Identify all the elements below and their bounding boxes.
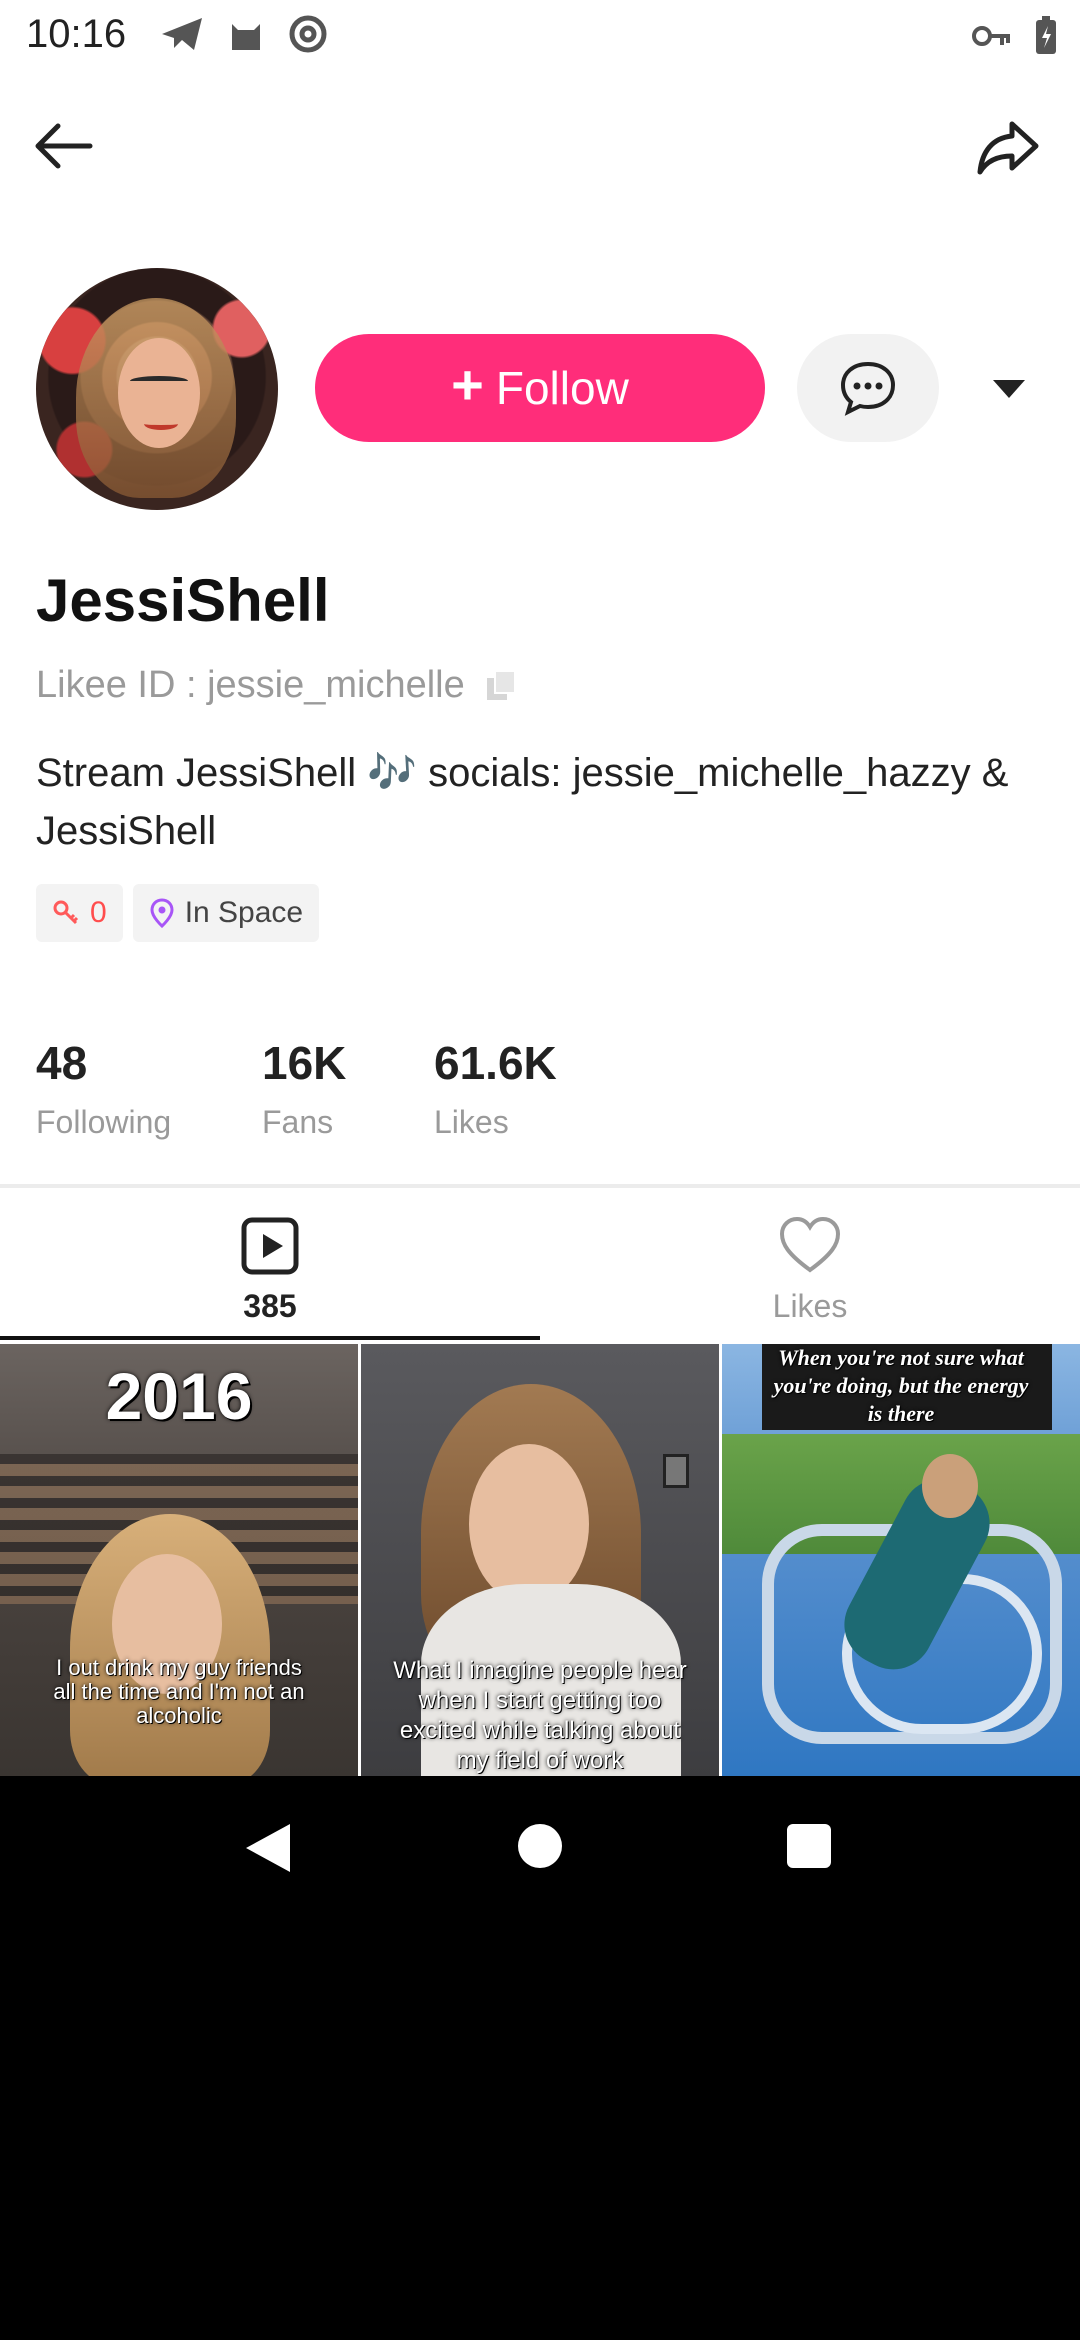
share-arrow-icon — [977, 121, 1039, 175]
video-thumbnail-1[interactable]: 2016 I out drink my guy friends all the … — [0, 1344, 358, 1776]
tab-videos-label: 385 — [243, 1288, 297, 1324]
message-button[interactable] — [797, 334, 939, 442]
nav-back-icon[interactable] — [242, 1820, 294, 1876]
status-icons-right — [972, 16, 1058, 56]
stats-row: 48 Following 16K Fans 61.6K Likes — [36, 1036, 634, 1141]
plus-icon: + — [451, 353, 484, 416]
stat-fans-label: Fans — [262, 1104, 334, 1140]
video-thumbnail-3[interactable]: When you're not sure what you're doing, … — [722, 1344, 1080, 1776]
stat-likes[interactable]: 61.6K Likes — [434, 1036, 634, 1141]
tab-likes[interactable]: Likes — [540, 1196, 1080, 1342]
at-sign-icon — [289, 15, 327, 53]
key-tag-value: 0 — [90, 896, 107, 929]
nav-recents-icon[interactable] — [787, 1824, 831, 1868]
video-caption: I out drink my guy friends all the time … — [53, 1655, 305, 1728]
thumbnail-face — [469, 1444, 589, 1604]
avatar-mouth — [144, 418, 178, 430]
location-tag[interactable]: In Space — [132, 884, 320, 942]
thumbnail-face — [922, 1454, 978, 1518]
battery-charging-icon — [1036, 16, 1056, 54]
heart-outline-icon — [779, 1216, 841, 1273]
key-tag-icon — [53, 900, 79, 925]
status-bar: 10:16 — [0, 0, 1080, 72]
section-divider — [0, 1184, 1080, 1188]
avatar[interactable] — [36, 268, 278, 510]
telegram-send-icon — [162, 18, 202, 50]
follow-button-label: Follow — [495, 362, 629, 414]
avatar-face — [118, 338, 200, 448]
video-overlay-title: 2016 — [105, 1359, 253, 1433]
cat-icon — [232, 24, 260, 50]
nav-home-icon[interactable] — [518, 1824, 562, 1868]
more-dropdown-button[interactable] — [980, 360, 1038, 418]
chat-bubble-icon — [840, 361, 896, 416]
username: JessiShell — [36, 567, 330, 634]
back-button[interactable] — [30, 110, 102, 182]
tab-likes-label: Likes — [772, 1288, 848, 1324]
stat-likes-value: 61.6K — [434, 1037, 557, 1089]
stat-likes-label: Likes — [434, 1104, 509, 1140]
bio: Stream JessiShell 🎶 socials: jessie_mich… — [36, 751, 1009, 853]
profile-screen: 10:16 + Follow JessiShell Likee ID: jes… — [0, 0, 1080, 1776]
thumbnail-wall-frame — [663, 1454, 689, 1488]
key-icon — [972, 26, 1010, 46]
stat-fans-value: 16K — [262, 1037, 347, 1089]
stat-following[interactable]: 48 Following — [36, 1036, 262, 1141]
video-grid: 2016 I out drink my guy friends all the … — [0, 1344, 1080, 1776]
follow-button[interactable]: + Follow — [315, 334, 765, 442]
status-icons-left — [160, 14, 328, 54]
video-thumbnail-2[interactable]: What I imagine people hear when I start … — [361, 1344, 719, 1776]
play-video-icon — [241, 1217, 299, 1275]
likee-id: Likee ID : jessie_michelle — [36, 664, 465, 706]
key-tag[interactable]: 0 — [36, 884, 123, 942]
video-caption: When you're not sure what you're doing, … — [773, 1345, 1029, 1426]
copy-icon[interactable] — [483, 668, 519, 704]
caret-down-icon — [993, 380, 1025, 398]
location-pin-icon — [150, 898, 174, 928]
stat-following-value: 48 — [36, 1037, 88, 1089]
active-tab-indicator — [0, 1336, 540, 1340]
location-tag-value: In Space — [184, 896, 304, 929]
stat-following-label: Following — [36, 1104, 172, 1140]
avatar-eyes — [130, 376, 188, 386]
arrow-left-icon — [35, 123, 93, 169]
status-time: 10:16 — [26, 12, 127, 56]
likee-id-row: Likee ID : jessie_michelle — [36, 664, 519, 707]
top-bar — [0, 96, 1080, 196]
system-nav-bar — [0, 1776, 1080, 1916]
profile-tags: 0 In Space — [36, 884, 320, 942]
video-caption: What I imagine people hear when I start … — [393, 1657, 687, 1774]
tab-videos[interactable]: 385 — [0, 1196, 540, 1342]
stat-fans[interactable]: 16K Fans — [262, 1036, 434, 1141]
share-button[interactable] — [972, 110, 1044, 182]
